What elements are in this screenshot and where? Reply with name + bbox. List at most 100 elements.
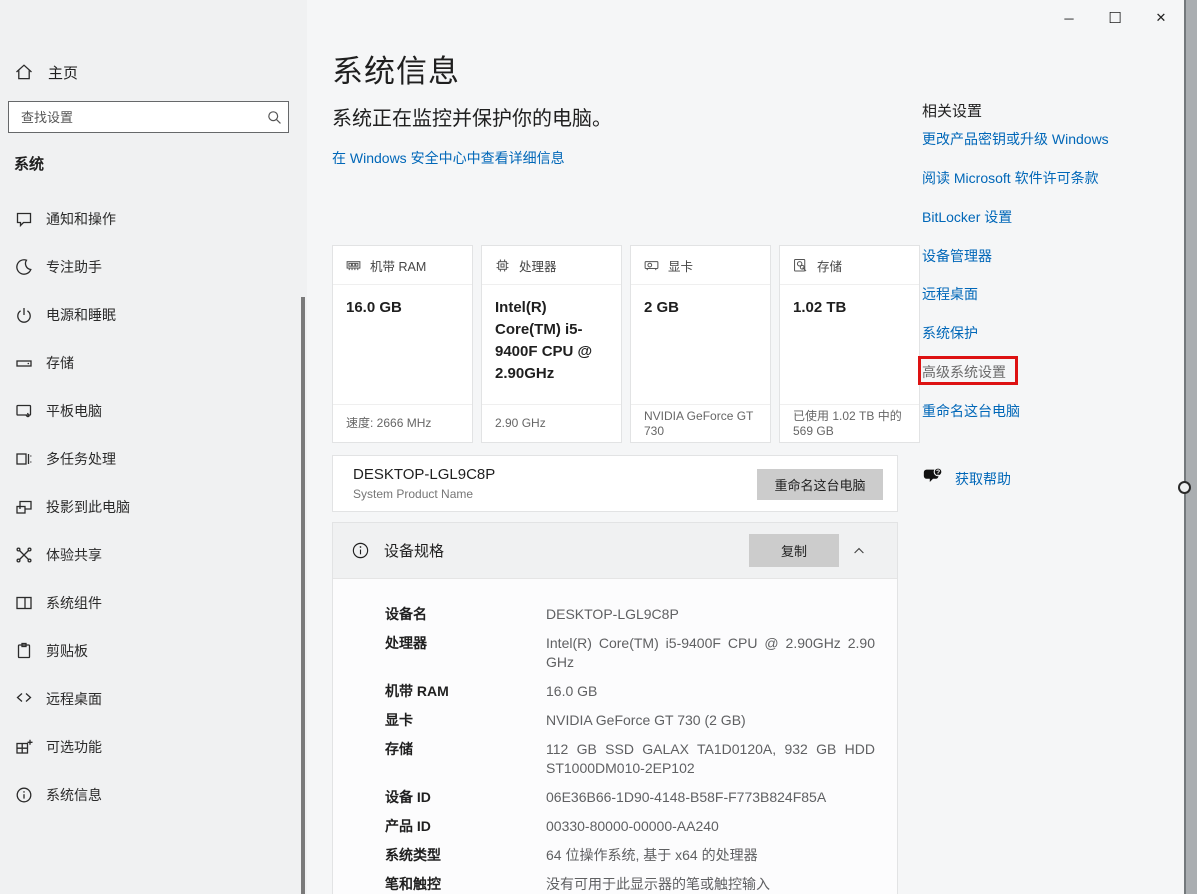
page-subtitle: 系统正在监控并保护你的电脑。: [332, 102, 612, 131]
spec-row-device-id: 设备 ID 06E36B66-1D90-4148-B58F-F773B824F8…: [385, 788, 875, 807]
disk-icon: [792, 257, 809, 274]
sidebar-scrollbar[interactable]: [301, 297, 305, 894]
about-icon: [14, 785, 34, 805]
windows-security-link[interactable]: 在 Windows 安全中心中查看详细信息: [332, 148, 565, 168]
sidebar-item-storage[interactable]: 存储: [0, 339, 300, 387]
power-sleep-icon: [14, 305, 34, 325]
remote-desktop-icon: [14, 689, 34, 709]
spec-row-pen-touch: 笔和触控 没有可用于此显示器的笔或触控输入: [385, 875, 875, 894]
sidebar-item-optional-features[interactable]: 可选功能: [0, 723, 300, 771]
settings-window: ← 设置 ─ ☐ ✕ 主页 系统: [0, 0, 1184, 894]
close-button[interactable]: ✕: [1138, 0, 1184, 36]
clipboard-icon: [14, 641, 34, 661]
link-advanced-system-settings[interactable]: 高级系统设置: [922, 362, 1006, 382]
card-label: 处理器: [519, 256, 557, 275]
sidebar-item-tablet[interactable]: 平板电脑: [0, 387, 300, 435]
spec-value: 00330-80000-00000-AA240: [546, 817, 875, 836]
storage-icon: [14, 353, 34, 373]
rename-pc-button[interactable]: 重命名这台电脑: [757, 469, 883, 500]
link-system-protection[interactable]: 系统保护: [922, 323, 978, 343]
copy-button[interactable]: 复制: [749, 534, 839, 567]
card-footer: NVIDIA GeForce GT 730: [631, 404, 770, 442]
sidebar-item-label: 系统信息: [46, 785, 102, 805]
link-license-terms[interactable]: 阅读 Microsoft 软件许可条款: [922, 168, 1099, 188]
search-box: [8, 101, 289, 133]
spec-label: 处理器: [385, 634, 546, 672]
edge-widget-circle: [1178, 481, 1191, 494]
spec-row-ram: 机带 RAM 16.0 GB: [385, 682, 875, 701]
spec-value: 112 GB SSD GALAX TA1D0120A, 932 GB HDD S…: [546, 740, 875, 778]
project-to-pc-icon: [14, 497, 34, 517]
info-icon: [351, 541, 370, 560]
device-spec-title: 设备规格: [384, 540, 444, 561]
get-help-link[interactable]: ? 获取帮助: [922, 465, 1011, 492]
page-title: 系统信息: [332, 46, 460, 91]
sidebar-item-label: 存储: [46, 353, 74, 373]
spec-value: 64 位操作系统, 基于 x64 的处理器: [546, 846, 875, 865]
link-remote-desktop[interactable]: 远程桌面: [922, 284, 978, 304]
sidebar-item-project-to-pc[interactable]: 投影到此电脑: [0, 483, 300, 531]
maximize-button[interactable]: ☐: [1092, 0, 1138, 36]
tablet-icon: [14, 401, 34, 421]
sidebar-section-title: 系统: [14, 153, 44, 174]
sidebar-item-label: 可选功能: [46, 737, 102, 757]
spec-row-gpu: 显卡 NVIDIA GeForce GT 730 (2 GB): [385, 711, 875, 730]
minimize-button[interactable]: ─: [1046, 0, 1092, 36]
card-label: 显卡: [668, 256, 693, 275]
spec-row-device-name: 设备名 DESKTOP-LGL9C8P: [385, 605, 875, 624]
shared-experiences-icon: [14, 545, 34, 565]
spec-value: DESKTOP-LGL9C8P: [546, 605, 875, 624]
device-spec-rows: 设备名 DESKTOP-LGL9C8P 处理器 Intel(R) Core(TM…: [333, 579, 897, 894]
device-spec-header: 设备规格 复制: [333, 523, 897, 579]
sidebar-item-about[interactable]: 系统信息: [0, 771, 300, 819]
sidebar-item-label: 多任务处理: [46, 449, 116, 469]
sidebar-item-focus-assist[interactable]: 专注助手: [0, 243, 300, 291]
svg-text:?: ?: [936, 469, 940, 476]
sidebar-item-clipboard[interactable]: 剪贴板: [0, 627, 300, 675]
get-help-label: 获取帮助: [955, 469, 1011, 489]
sidebar-item-multitasking[interactable]: 多任务处理: [0, 435, 300, 483]
spec-label: 机带 RAM: [385, 682, 546, 701]
search-input[interactable]: [9, 110, 260, 125]
chevron-up-icon[interactable]: [839, 534, 879, 567]
sidebar-nav: 通知和操作 专注助手 电源和睡眠: [0, 195, 300, 819]
sidebar-item-label: 电源和睡眠: [46, 305, 116, 325]
sidebar-item-label: 平板电脑: [46, 401, 102, 421]
sidebar-item-notifications[interactable]: 通知和操作: [0, 195, 300, 243]
card-value: 2 GB: [631, 285, 770, 319]
spec-row-processor: 处理器 Intel(R) Core(TM) i5-9400F CPU @ 2.9…: [385, 634, 875, 672]
card-footer: 2.90 GHz: [482, 404, 621, 442]
spec-label: 显卡: [385, 711, 546, 730]
sidebar-item-power-sleep[interactable]: 电源和睡眠: [0, 291, 300, 339]
spec-row-system-type: 系统类型 64 位操作系统, 基于 x64 的处理器: [385, 846, 875, 865]
sidebar-item-label: 远程桌面: [46, 689, 102, 709]
help-chat-icon: ?: [922, 465, 944, 492]
gpu-icon: [643, 257, 660, 274]
sidebar-item-shared-experiences[interactable]: 体验共享: [0, 531, 300, 579]
link-change-product-key[interactable]: 更改产品密钥或升级 Windows: [922, 129, 1109, 149]
sidebar-item-label: 体验共享: [46, 545, 102, 565]
device-spec-panel: 设备规格 复制 设备名 DESKTOP-LGL9C8P 处理器 Intel(R)…: [332, 522, 898, 894]
notifications-icon: [14, 209, 34, 229]
sidebar-item-remote-desktop[interactable]: 远程桌面: [0, 675, 300, 723]
sidebar-item-home[interactable]: 主页: [0, 56, 300, 88]
sidebar: 主页 系统 通知和操作: [0, 0, 307, 894]
link-rename-this-pc[interactable]: 重命名这台电脑: [922, 401, 1020, 421]
device-name: DESKTOP-LGL9C8P: [353, 466, 495, 483]
sidebar-item-label: 专注助手: [46, 257, 102, 277]
card-value: 1.02 TB: [780, 285, 919, 319]
search-icon: [260, 109, 288, 126]
spec-label: 系统类型: [385, 846, 546, 865]
spec-label: 设备名: [385, 605, 546, 624]
spec-value: 没有可用于此显示器的笔或触控输入: [546, 875, 875, 894]
multitasking-icon: [14, 449, 34, 469]
spec-row-storage: 存储 112 GB SSD GALAX TA1D0120A, 932 GB HD…: [385, 740, 875, 778]
sidebar-item-system-components[interactable]: 系统组件: [0, 579, 300, 627]
link-bitlocker[interactable]: BitLocker 设置: [922, 207, 1012, 227]
device-name-panel: DESKTOP-LGL9C8P System Product Name 重命名这…: [332, 455, 898, 512]
gpu-card: 显卡 2 GB NVIDIA GeForce GT 730: [630, 245, 771, 443]
link-device-manager[interactable]: 设备管理器: [922, 246, 992, 266]
spec-row-product-id: 产品 ID 00330-80000-00000-AA240: [385, 817, 875, 836]
spec-cards: 机带 RAM 16.0 GB 速度: 2666 MHz 处理器 Intel(R)…: [332, 245, 920, 443]
desktop-edge-strip: [1184, 0, 1197, 894]
